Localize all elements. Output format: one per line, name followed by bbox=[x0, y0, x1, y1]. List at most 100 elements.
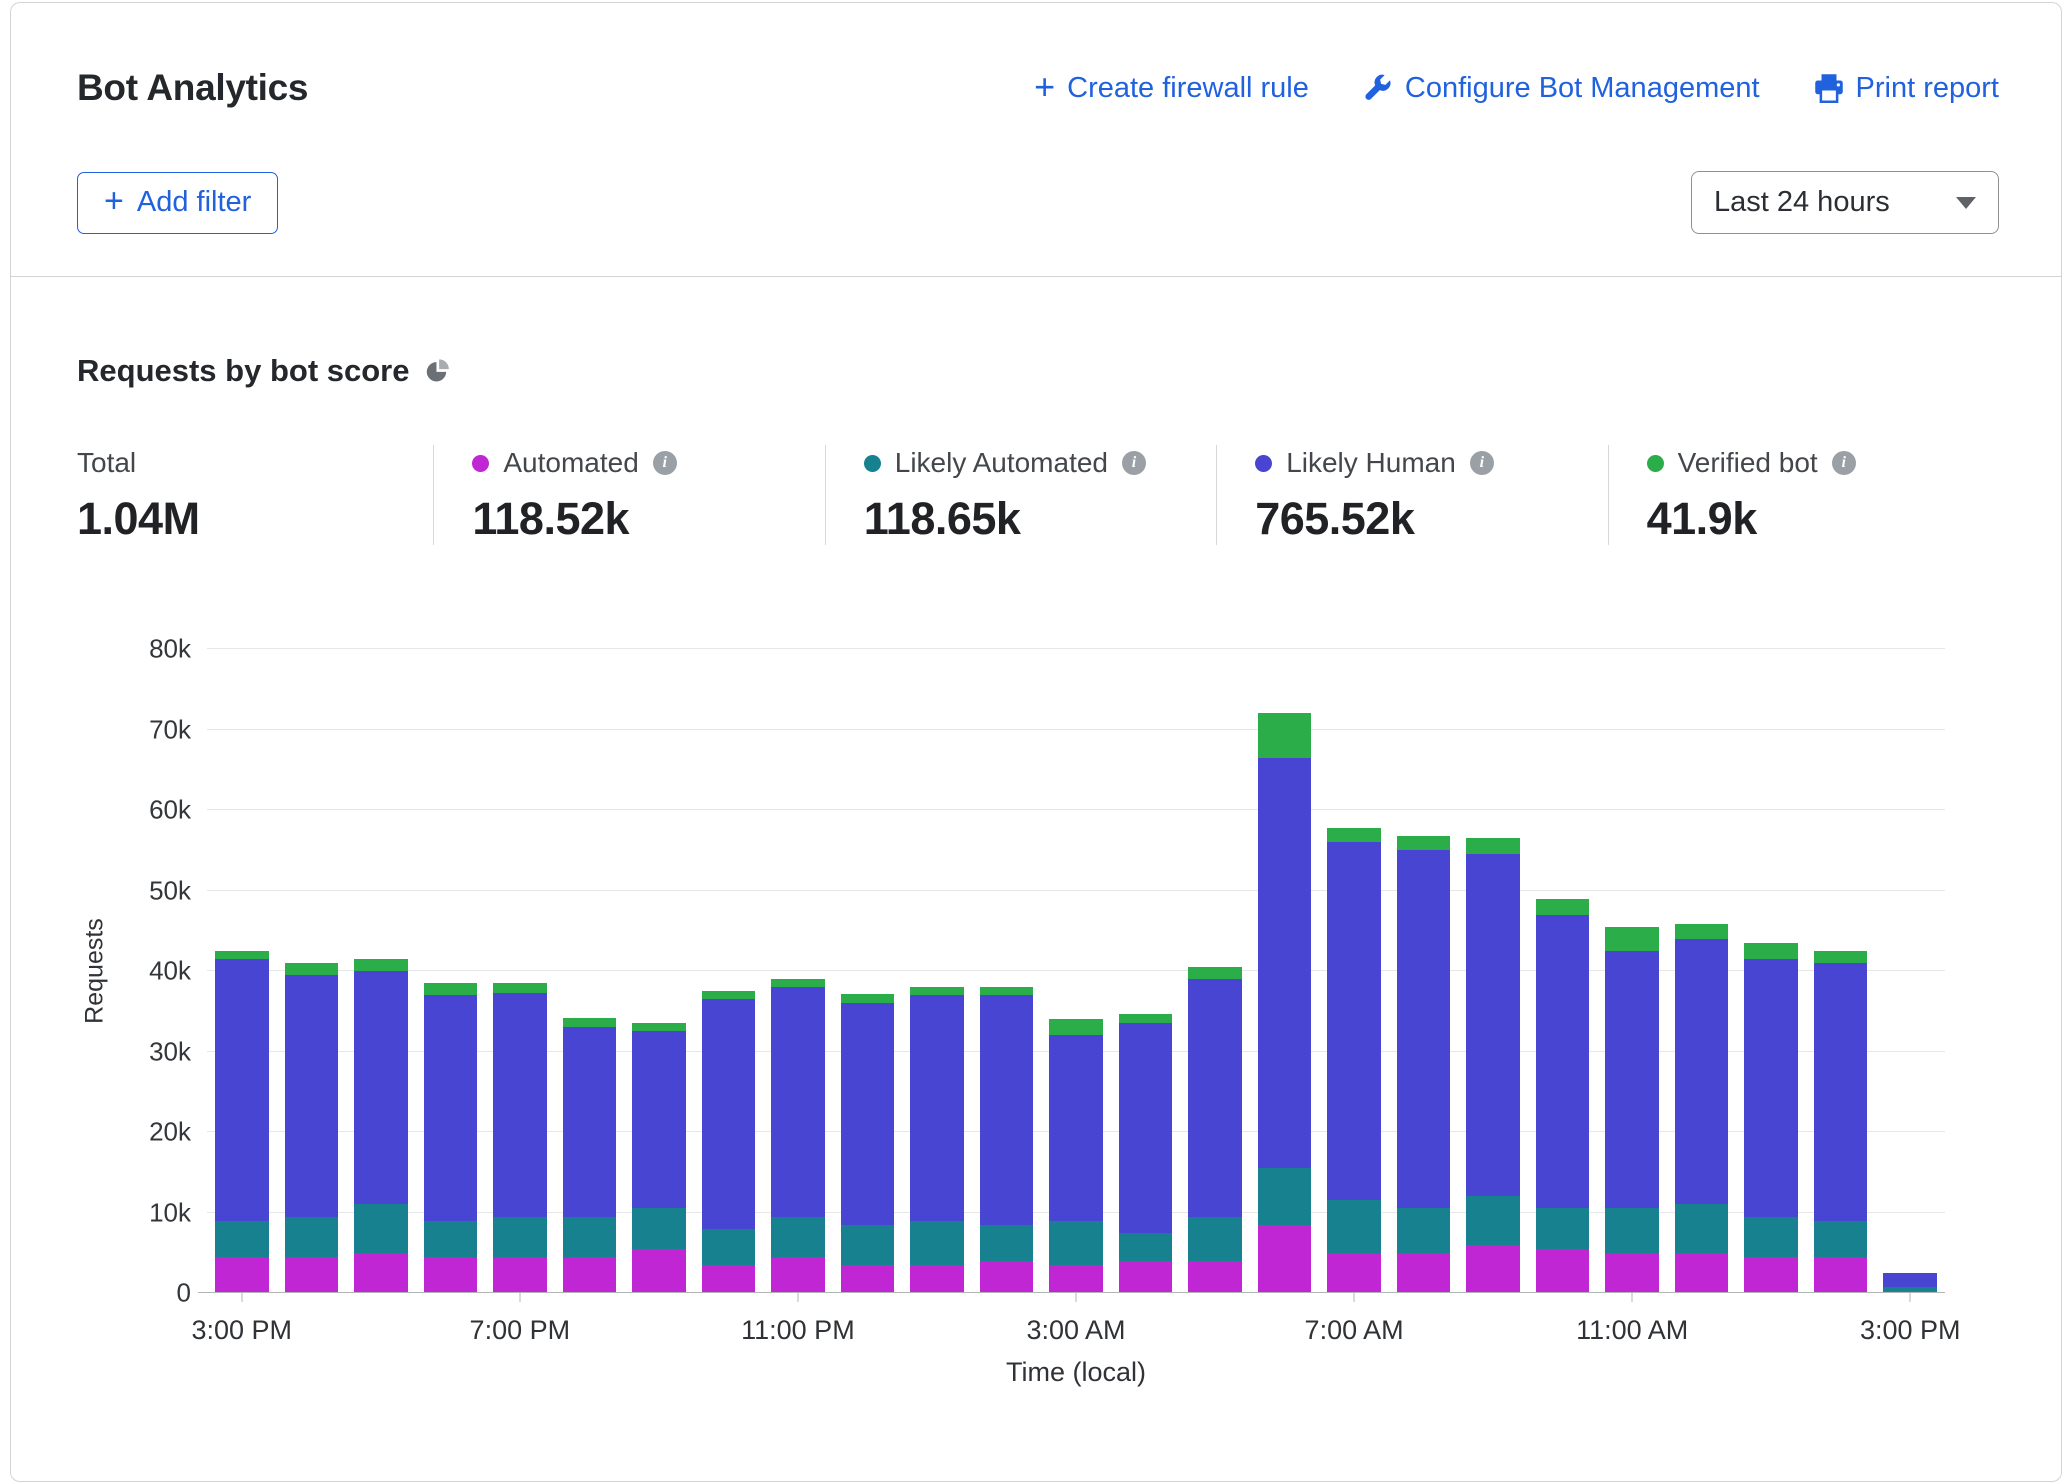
bar-segment bbox=[215, 1257, 269, 1293]
bar-segment bbox=[424, 1257, 478, 1293]
bar-segment bbox=[1536, 1208, 1590, 1248]
bar-segment bbox=[563, 1018, 617, 1028]
bar-segment bbox=[1049, 1019, 1103, 1035]
x-tick-mark bbox=[1632, 1293, 1633, 1302]
x-tick-label: 3:00 AM bbox=[1026, 1315, 1125, 1346]
bar-segment bbox=[980, 1261, 1034, 1293]
stat-automated: Automated i 118.52k bbox=[433, 445, 824, 545]
bar-segment bbox=[215, 951, 269, 959]
bar[interactable] bbox=[833, 649, 903, 1293]
bar-segment bbox=[910, 1265, 964, 1293]
bar-segment bbox=[1397, 850, 1451, 1208]
requests-chart: Requests 010k20k30k40k50k60k70k80k3:00 P… bbox=[207, 649, 1945, 1293]
bar[interactable] bbox=[207, 649, 277, 1293]
time-range-value: Last 24 hours bbox=[1714, 186, 1890, 219]
stat-total-label: Total bbox=[77, 447, 136, 479]
bar[interactable] bbox=[1389, 649, 1459, 1293]
likely-automated-legend-dot bbox=[864, 455, 881, 472]
automated-legend-dot bbox=[472, 455, 489, 472]
bar-segment bbox=[841, 1225, 895, 1265]
bars-container bbox=[207, 649, 1945, 1293]
bar-segment bbox=[910, 995, 964, 1220]
chevron-down-icon bbox=[1956, 197, 1976, 209]
bar[interactable] bbox=[277, 649, 347, 1293]
verified-bot-legend-dot bbox=[1647, 455, 1664, 472]
bar[interactable] bbox=[1667, 649, 1737, 1293]
bar[interactable] bbox=[902, 649, 972, 1293]
bar-segment bbox=[1466, 1196, 1520, 1244]
x-tick-mark bbox=[797, 1293, 798, 1302]
y-tick-label: 30k bbox=[149, 1036, 191, 1067]
info-icon[interactable]: i bbox=[1832, 451, 1856, 475]
bar-segment bbox=[1814, 963, 1868, 1221]
bar-segment bbox=[285, 963, 339, 975]
bar[interactable] bbox=[694, 649, 764, 1293]
bar-segment bbox=[702, 1265, 756, 1293]
info-icon[interactable]: i bbox=[1470, 451, 1494, 475]
configure-bot-management-link[interactable]: Configure Bot Management bbox=[1363, 72, 1760, 105]
bar-segment bbox=[1536, 899, 1590, 915]
bar-segment bbox=[632, 1031, 686, 1208]
bar-segment bbox=[1327, 1253, 1381, 1293]
x-tick-mark bbox=[1354, 1293, 1355, 1302]
time-range-select[interactable]: Last 24 hours bbox=[1691, 171, 1999, 234]
bar[interactable] bbox=[346, 649, 416, 1293]
bar[interactable] bbox=[1250, 649, 1320, 1293]
bar-segment bbox=[1258, 713, 1312, 757]
printer-icon bbox=[1814, 73, 1844, 103]
bar-segment bbox=[354, 1253, 408, 1293]
bar-segment bbox=[1744, 959, 1798, 1217]
stat-automated-label: Automated bbox=[503, 447, 638, 479]
x-tick-label: 11:00 AM bbox=[1576, 1315, 1688, 1346]
create-firewall-rule-link[interactable]: + Create firewall rule bbox=[1034, 72, 1309, 105]
info-icon[interactable]: i bbox=[653, 451, 677, 475]
bar-segment bbox=[841, 994, 895, 1004]
bar[interactable] bbox=[1736, 649, 1806, 1293]
bar-segment bbox=[1744, 1257, 1798, 1293]
bar-segment bbox=[910, 987, 964, 995]
bar[interactable] bbox=[1875, 649, 1945, 1293]
plus-icon: + bbox=[1034, 69, 1055, 105]
bar[interactable] bbox=[1111, 649, 1181, 1293]
bar-segment bbox=[354, 1204, 408, 1252]
bar[interactable] bbox=[1180, 649, 1250, 1293]
add-filter-label: Add filter bbox=[137, 186, 251, 219]
bar[interactable] bbox=[485, 649, 555, 1293]
bar[interactable] bbox=[1458, 649, 1528, 1293]
x-tick-mark bbox=[241, 1293, 242, 1302]
bar-segment bbox=[1188, 1261, 1242, 1293]
bar-segment bbox=[841, 1003, 895, 1224]
bar-segment bbox=[1119, 1023, 1173, 1232]
bar-segment bbox=[424, 1221, 478, 1257]
bar[interactable] bbox=[1041, 649, 1111, 1293]
add-filter-button[interactable]: + Add filter bbox=[77, 172, 278, 234]
bar-segment bbox=[1605, 951, 1659, 1209]
bar[interactable] bbox=[1806, 649, 1876, 1293]
bar-segment bbox=[1119, 1261, 1173, 1293]
bar-segment bbox=[285, 1217, 339, 1257]
panel-body: Requests by bot score Total 1.04M Automa… bbox=[11, 353, 2061, 1293]
x-tick-mark bbox=[519, 1293, 520, 1302]
bar[interactable] bbox=[1528, 649, 1598, 1293]
bar[interactable] bbox=[1319, 649, 1389, 1293]
bar[interactable] bbox=[416, 649, 486, 1293]
print-report-label: Print report bbox=[1856, 72, 1999, 105]
page-title: Bot Analytics bbox=[77, 67, 308, 109]
bar[interactable] bbox=[555, 649, 625, 1293]
bar-segment bbox=[563, 1217, 617, 1257]
bar-segment bbox=[1744, 1217, 1798, 1257]
bar[interactable] bbox=[763, 649, 833, 1293]
x-tick-label: 3:00 PM bbox=[191, 1315, 292, 1346]
bar[interactable] bbox=[624, 649, 694, 1293]
bar-segment bbox=[1536, 1249, 1590, 1293]
info-icon[interactable]: i bbox=[1122, 451, 1146, 475]
stats-row: Total 1.04M Automated i 118.52k Likely A… bbox=[77, 445, 1999, 545]
print-report-link[interactable]: Print report bbox=[1814, 72, 1999, 105]
y-tick-label: 0 bbox=[177, 1278, 191, 1309]
y-tick-label: 40k bbox=[149, 956, 191, 987]
bar[interactable] bbox=[972, 649, 1042, 1293]
stat-total-value: 1.04M bbox=[77, 493, 433, 545]
bar-segment bbox=[1605, 927, 1659, 951]
stat-likely-automated-value: 118.65k bbox=[864, 493, 1216, 545]
bar[interactable] bbox=[1597, 649, 1667, 1293]
